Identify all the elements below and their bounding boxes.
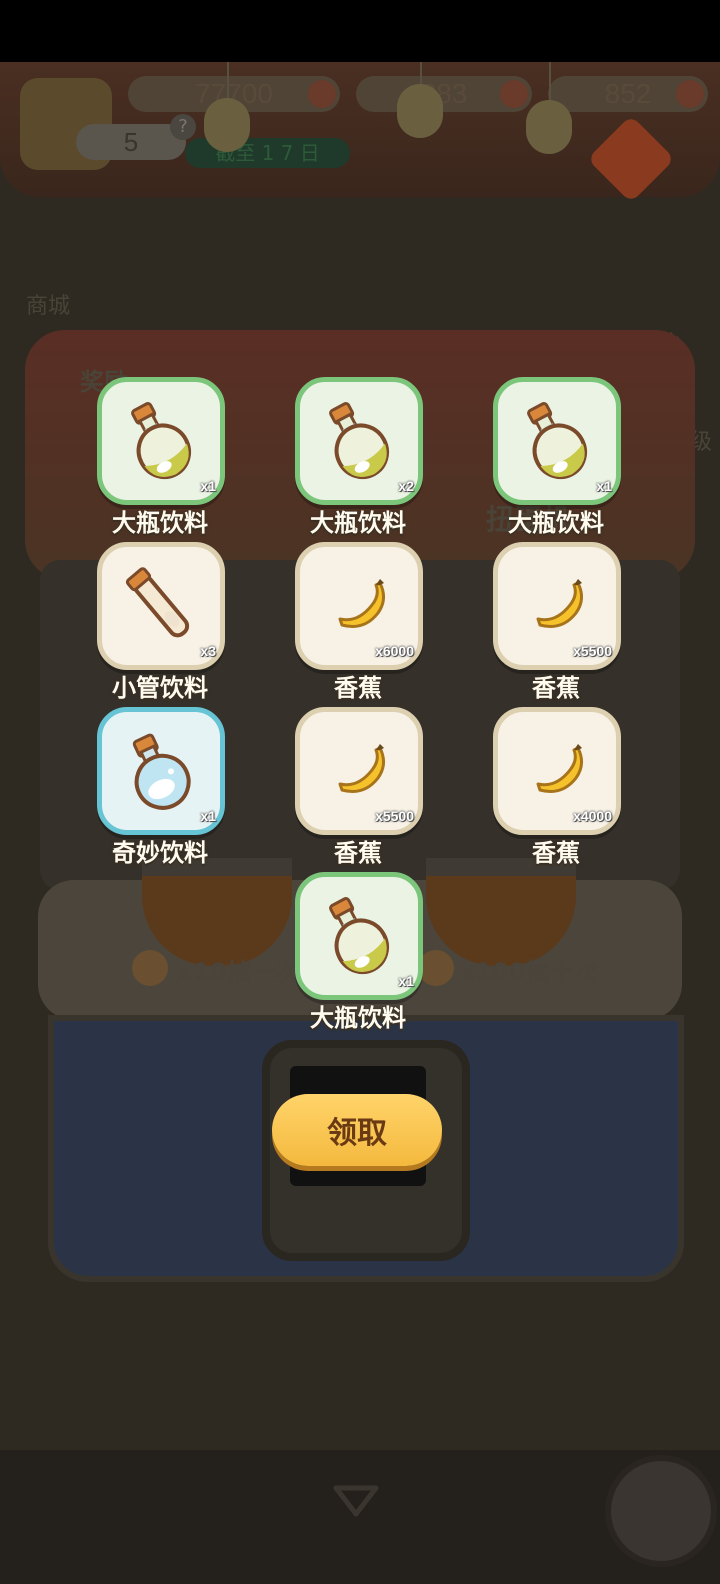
lantern-string (549, 62, 551, 102)
reward-item: x3 小管饮料 (60, 542, 260, 712)
lantern-decoration (397, 84, 443, 138)
reward-card: x5500 (493, 542, 621, 670)
reward-card: x5500 (295, 707, 423, 835)
reward-quantity: x5500 (573, 643, 612, 659)
claim-button[interactable]: 领取 (272, 1094, 442, 1166)
reward-name: 大瓶饮料 (112, 509, 208, 537)
reward-item: x5500 香蕉 (456, 542, 656, 712)
large-bottle-drink-icon (131, 402, 192, 480)
reward-card: x1 (97, 707, 225, 835)
lantern-decoration (204, 98, 250, 152)
resource-counter: 852 (548, 76, 708, 112)
shop-label[interactable]: 商城 (26, 288, 70, 320)
large-bottle-drink-icon (527, 402, 588, 480)
reward-quantity: x2 (398, 478, 414, 494)
reward-quantity: x1 (596, 478, 612, 494)
reward-item: x6000 香蕉 (258, 542, 458, 712)
reward-item: x1 奇妙饮料 (60, 707, 260, 877)
lantern-string (420, 62, 422, 86)
reward-quantity: x3 (200, 643, 216, 659)
reward-card: x1 (493, 377, 621, 505)
reward-name: 香蕉 (334, 839, 382, 867)
reward-name: 香蕉 (532, 674, 580, 702)
reward-card: x1 (97, 377, 225, 505)
reward-name: 香蕉 (334, 674, 382, 702)
reward-card: x3 (97, 542, 225, 670)
lantern-string (227, 62, 229, 102)
reward-item: x1 大瓶饮料 (258, 872, 458, 1042)
reward-quantity: x1 (200, 478, 216, 494)
gem-counter: 883 (356, 76, 532, 112)
reward-name: 大瓶饮料 (508, 509, 604, 537)
banana-icon (536, 744, 583, 793)
reward-name: 奇妙饮料 (112, 839, 208, 867)
reward-quantity: x6000 (375, 643, 414, 659)
reward-card: x6000 (295, 542, 423, 670)
reward-card: x4000 (493, 707, 621, 835)
reward-quantity: x5500 (375, 808, 414, 824)
large-bottle-drink-icon (329, 402, 390, 480)
help-icon[interactable]: ? (170, 114, 196, 140)
reward-name: 大瓶饮料 (310, 1004, 406, 1032)
status-bar (0, 0, 720, 62)
ten-draw-label[interactable]: x100抽十次 (460, 952, 598, 987)
chevron-down-icon[interactable] (332, 1484, 380, 1518)
coin-icon (132, 950, 168, 986)
add-resource-button[interactable] (676, 80, 704, 108)
wonder-drink-icon (132, 733, 191, 810)
large-bottle-drink-icon (329, 897, 390, 975)
yarn-ball-icon[interactable] (605, 1455, 717, 1567)
reward-item: x4000 香蕉 (456, 707, 656, 877)
reward-quantity: x1 (398, 973, 414, 989)
reward-quantity: x1 (200, 808, 216, 824)
lantern-decoration (526, 100, 572, 154)
reward-item: x2 大瓶饮料 (258, 377, 458, 547)
reward-item: x1 大瓶饮料 (456, 377, 656, 547)
reward-name: 小管饮料 (112, 674, 208, 702)
reward-card: x1 (295, 872, 423, 1000)
add-bananas-button[interactable] (308, 80, 336, 108)
reward-item: x5500 香蕉 (258, 707, 458, 877)
banana-icon (536, 579, 583, 628)
reward-name: 香蕉 (532, 839, 580, 867)
banana-icon (338, 744, 385, 793)
banana-icon (338, 579, 385, 628)
reward-item: x1 大瓶饮料 (60, 377, 260, 547)
reward-quantity: x4000 (573, 808, 612, 824)
add-gems-button[interactable] (500, 80, 528, 108)
reward-name: 大瓶饮料 (310, 509, 406, 537)
small-tube-drink-icon (125, 567, 190, 638)
resource-count: 852 (604, 78, 652, 109)
reward-card: x2 (295, 377, 423, 505)
